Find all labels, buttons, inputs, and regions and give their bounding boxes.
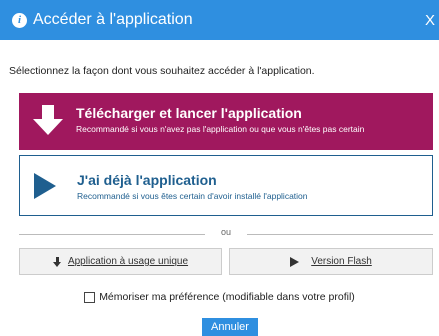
flash-version-button[interactable]: Version Flash xyxy=(229,248,433,275)
play-icon xyxy=(34,173,56,199)
or-label: ou xyxy=(220,227,231,237)
remember-preference[interactable]: Mémoriser ma préférence (modifiable dans… xyxy=(0,291,439,303)
play-icon xyxy=(290,256,300,267)
download-arrow-icon xyxy=(33,105,63,137)
single-use-application-button[interactable]: Application à usage unique xyxy=(19,248,222,275)
already-have-app-button[interactable]: J'ai déjà l'application Recommandé si vo… xyxy=(19,155,433,216)
option-title: J'ai déjà l'application xyxy=(77,172,217,188)
flash-version-label: Version Flash xyxy=(311,256,372,267)
option-description: Recommandé si vous êtes certain d'avoir … xyxy=(77,191,308,201)
option-title: Télécharger et lancer l'application xyxy=(76,105,302,121)
download-icon xyxy=(52,256,62,267)
remember-checkbox[interactable] xyxy=(84,291,96,303)
instruction-text: Sélectionnez la façon dont vous souhaite… xyxy=(9,65,315,77)
option-description: Recommandé si vous n'avez pas l'applicat… xyxy=(76,124,365,134)
cancel-button[interactable]: Annuler xyxy=(202,318,258,336)
dialog-title: Accéder à l'application xyxy=(33,11,193,28)
single-use-label: Application à usage unique xyxy=(67,256,189,267)
dialog-title-bar: i Accéder à l'application X xyxy=(0,0,439,40)
close-icon[interactable]: X xyxy=(425,12,435,29)
or-separator: ou xyxy=(19,227,433,241)
remember-label: Mémoriser ma préférence (modifiable dans… xyxy=(99,291,355,303)
download-and-launch-button[interactable]: Télécharger et lancer l'application Reco… xyxy=(19,93,433,150)
info-icon: i xyxy=(12,12,27,28)
